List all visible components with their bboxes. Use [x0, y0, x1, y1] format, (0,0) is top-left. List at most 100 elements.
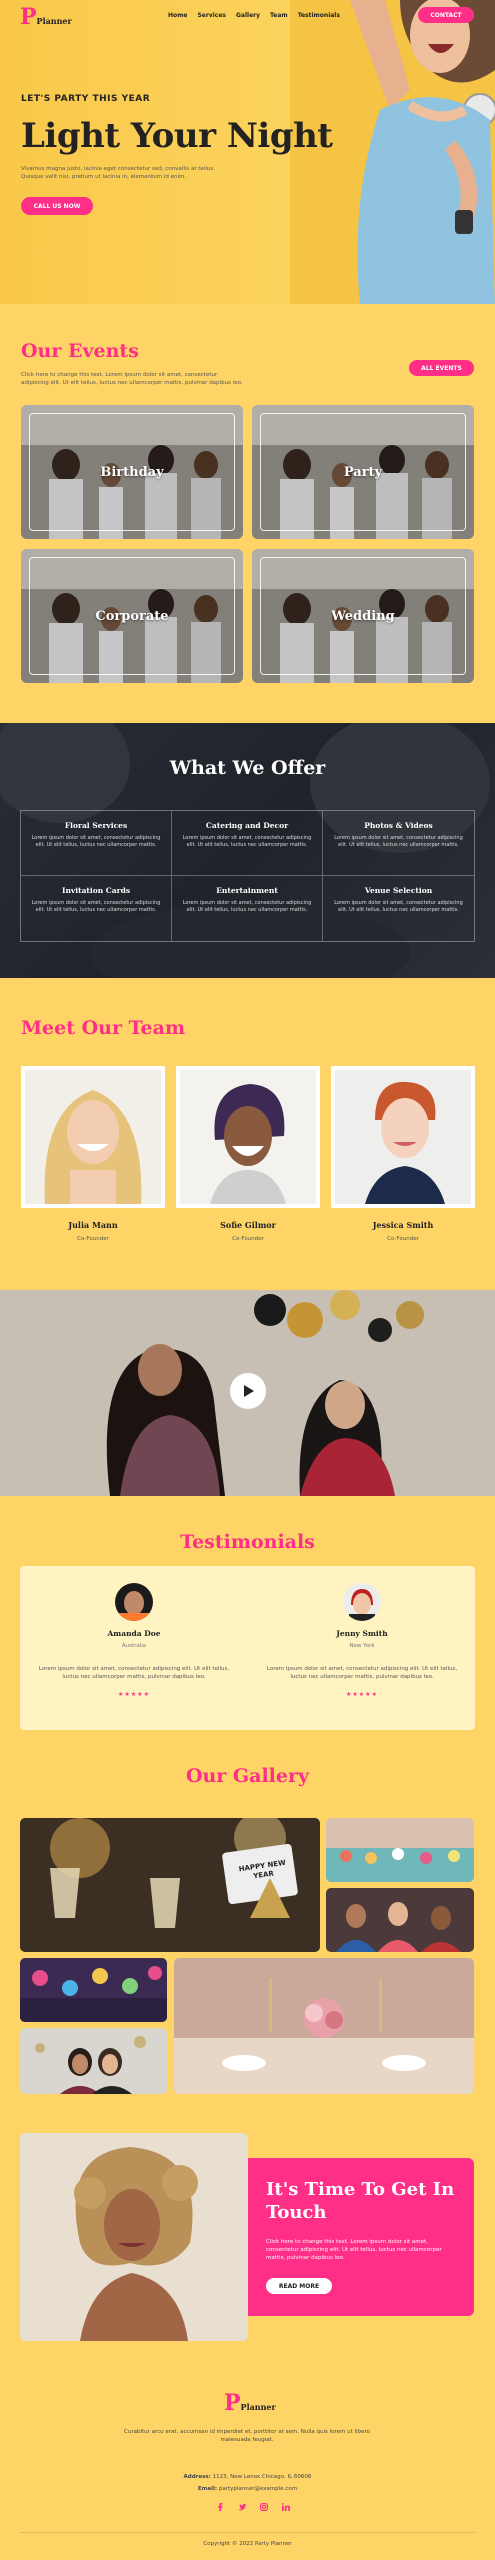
- touch-text: Click here to change this text. Lorem ip…: [266, 2239, 442, 2261]
- team-member-card: Jessica Smith Co-Founder: [331, 1066, 475, 1242]
- event-card-birthday[interactable]: Birthday: [21, 405, 243, 539]
- logo-word: Planner: [36, 16, 72, 26]
- offer-item: Entertainment Lorem ipsum dolor sit amet,…: [172, 876, 323, 941]
- copyright: Copyright © 2022 Party Planner: [203, 2541, 292, 2547]
- nav-item-gallery[interactable]: Gallery: [236, 12, 260, 19]
- hero-text: Vivamus magna justo, lacinia eget consec…: [21, 166, 215, 180]
- hero-title: Light Your Night: [21, 116, 333, 156]
- main-nav: Home Services Gallery Team Testimonials: [168, 12, 340, 19]
- gallery-image-selfie[interactable]: [20, 2028, 167, 2094]
- nav-item-testimonials[interactable]: Testimonials: [298, 12, 340, 19]
- offer-item-text: Lorem ipsum dolor sit amet, consectetur …: [182, 835, 312, 848]
- gallery-image-crowd[interactable]: [20, 1958, 167, 2022]
- offer-item: Venue Selection Lorem ipsum dolor sit ame…: [323, 876, 474, 941]
- team-member-photo: [331, 1066, 475, 1208]
- event-card-label: Birthday: [100, 464, 164, 480]
- offer-item: Floral Services Lorem ipsum dolor sit ame…: [21, 811, 172, 876]
- event-card-party[interactable]: Party: [252, 405, 474, 539]
- contact-button[interactable]: CONTACT: [418, 7, 474, 23]
- facebook-icon[interactable]: [216, 2503, 224, 2511]
- testimonial-card: Amanda Doe Australia Lorem ipsum dolor s…: [34, 1583, 234, 1698]
- team-member-photo: [176, 1066, 320, 1208]
- instagram-icon[interactable]: [260, 2503, 268, 2511]
- offer-item-text: Lorem ipsum dolor sit amet, consectetur …: [182, 900, 312, 913]
- twitter-icon[interactable]: [238, 2503, 246, 2511]
- gallery-image-buffet[interactable]: [326, 1818, 474, 1882]
- brand-logo[interactable]: P Planner: [20, 6, 72, 28]
- offer-item-title: Photos & Videos: [364, 821, 433, 830]
- touch-image: [20, 2133, 248, 2341]
- testimonial-location: New York: [349, 1643, 375, 1649]
- email-label: Email:: [197, 2486, 218, 2492]
- offer-item-title: Invitation Cards: [61, 886, 131, 895]
- testimonials-title: Testimonials: [180, 1531, 315, 1553]
- nav-item-home[interactable]: Home: [168, 12, 187, 19]
- offer-grid: Floral Services Lorem ipsum dolor sit ame…: [20, 810, 475, 942]
- nav-item-services[interactable]: Services: [197, 12, 226, 19]
- team-member-card: Sofie Gilmor Co-Founder: [176, 1066, 320, 1242]
- footer-address: Address: 1123, New Lenox Chicago, IL 606…: [0, 2474, 495, 2480]
- email-value[interactable]: partyplanner@example.com: [219, 2486, 297, 2492]
- team-member-name: Julia Mann: [68, 1220, 118, 1230]
- offer-item-text: Lorem ipsum dolor sit amet, consectetur …: [334, 835, 463, 848]
- gallery-title: Our Gallery: [185, 1765, 310, 1787]
- offer-item: Invitation Cards Lorem ipsum dolor sit am…: [21, 876, 172, 941]
- offer-item-title: Entertainment: [216, 886, 278, 895]
- events-title: Our Events: [21, 340, 139, 362]
- social-links: [216, 2503, 290, 2511]
- play-button[interactable]: [230, 1373, 266, 1409]
- team-title: Meet Our Team: [21, 1017, 186, 1039]
- gallery-image-friends[interactable]: [326, 1888, 474, 1952]
- team-member-role: Co-Founder: [387, 1236, 419, 1242]
- testimonial-name: Amanda Doe: [107, 1629, 161, 1638]
- avatar: [343, 1583, 381, 1621]
- logo-letter: P: [224, 2390, 241, 2416]
- address-value: 1123, New Lenox Chicago, IL 60606: [212, 2474, 312, 2480]
- event-card-label: Party: [343, 464, 383, 480]
- video-banner[interactable]: [0, 1290, 495, 1496]
- hero-kicker: LET'S PARTY THIS YEAR: [21, 94, 151, 104]
- testimonial-quote: Lorem ipsum dolor sit amet, consectetur …: [266, 1666, 458, 1680]
- offer-item-text: Lorem ipsum dolor sit amet, consectetur …: [31, 835, 161, 848]
- all-events-button[interactable]: ALL EVENTS: [409, 360, 474, 376]
- address-label: Address:: [183, 2474, 211, 2480]
- call-us-button[interactable]: CALL US NOW: [21, 197, 93, 215]
- testimonial-name: Jenny Smith: [336, 1629, 388, 1638]
- event-card-wedding[interactable]: Wedding: [252, 549, 474, 683]
- hero-section: P Planner Home Services Gallery Team Tes…: [0, 0, 495, 304]
- gallery-image-champagne[interactable]: HAPPY NEW YEAR: [20, 1818, 320, 1952]
- footer-divider: [20, 2532, 475, 2533]
- event-card-frame: Wedding: [260, 557, 466, 675]
- footer-logo[interactable]: P Planner: [224, 2392, 276, 2414]
- offer-item-title: Catering and Decor: [205, 821, 289, 830]
- offer-item-title: Floral Services: [64, 821, 128, 830]
- offer-item: Catering and Decor Lorem ipsum dolor sit …: [172, 811, 323, 876]
- logo-letter: P: [20, 4, 37, 30]
- logo-word: Planner: [240, 2402, 276, 2412]
- linkedin-icon[interactable]: [282, 2503, 290, 2511]
- team-member-role: Co-Founder: [77, 1236, 109, 1242]
- offer-item-text: Lorem ipsum dolor sit amet, consectetur …: [31, 900, 161, 913]
- event-card-label: Wedding: [331, 608, 395, 624]
- event-card-frame: Party: [260, 413, 466, 531]
- testimonial-card: Jenny Smith New York Lorem ipsum dolor s…: [262, 1583, 462, 1698]
- team-member-name: Sofie Gilmor: [220, 1220, 276, 1230]
- event-card-corporate[interactable]: Corporate: [21, 549, 243, 683]
- team-member-card: Julia Mann Co-Founder: [21, 1066, 165, 1242]
- offer-item-title: Venue Selection: [364, 886, 433, 895]
- rating-stars: ★★★★★: [346, 1691, 378, 1698]
- footer-description: Curabitur arcu erat, accumsan id imperdi…: [124, 2429, 370, 2443]
- event-card-frame: Birthday: [29, 413, 235, 531]
- offer-title: What We Offer: [169, 757, 326, 779]
- events-text: Click here to change this text. Lorem ip…: [21, 372, 243, 386]
- read-more-button[interactable]: READ MORE: [266, 2278, 332, 2294]
- testimonial-location: Australia: [121, 1643, 147, 1649]
- gallery-image-table[interactable]: [174, 1958, 474, 2094]
- team-member-role: Co-Founder: [232, 1236, 264, 1242]
- rating-stars: ★★★★★: [118, 1691, 150, 1698]
- event-card-frame: Corporate: [29, 557, 235, 675]
- offer-item: Photos & Videos Lorem ipsum dolor sit ame…: [323, 811, 474, 876]
- nav-item-team[interactable]: Team: [270, 12, 288, 19]
- event-card-label: Corporate: [95, 608, 169, 624]
- offer-item-text: Lorem ipsum dolor sit amet, consectetur …: [334, 900, 463, 913]
